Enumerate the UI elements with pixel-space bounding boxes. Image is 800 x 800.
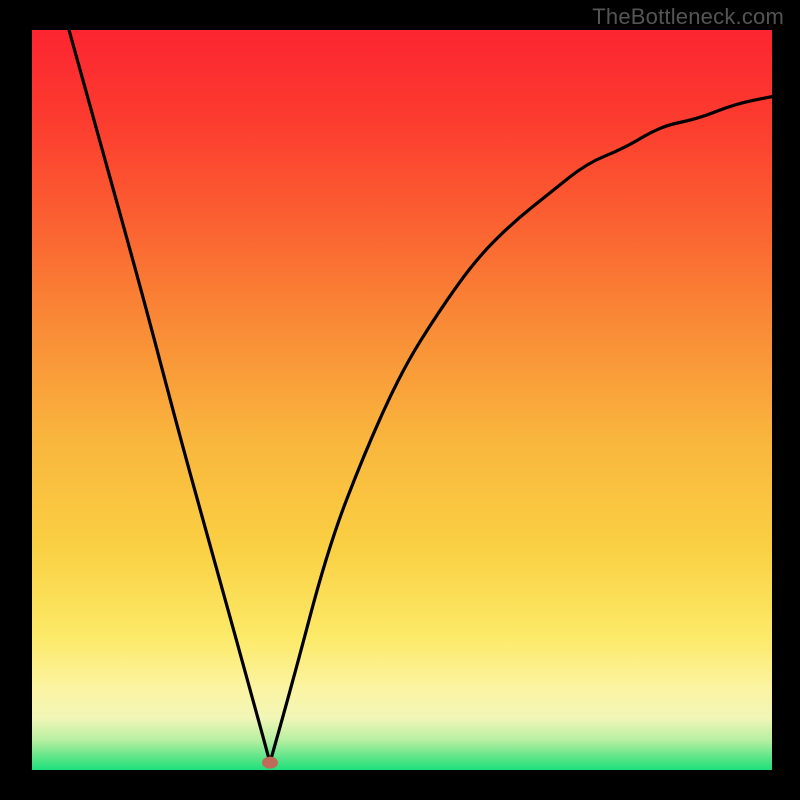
curve-line [69, 30, 772, 763]
optimum-marker [262, 757, 278, 769]
bottleneck-curve [32, 30, 772, 770]
watermark-text: TheBottleneck.com [592, 4, 784, 30]
chart-frame: TheBottleneck.com [0, 0, 800, 800]
plot-area [32, 30, 772, 770]
